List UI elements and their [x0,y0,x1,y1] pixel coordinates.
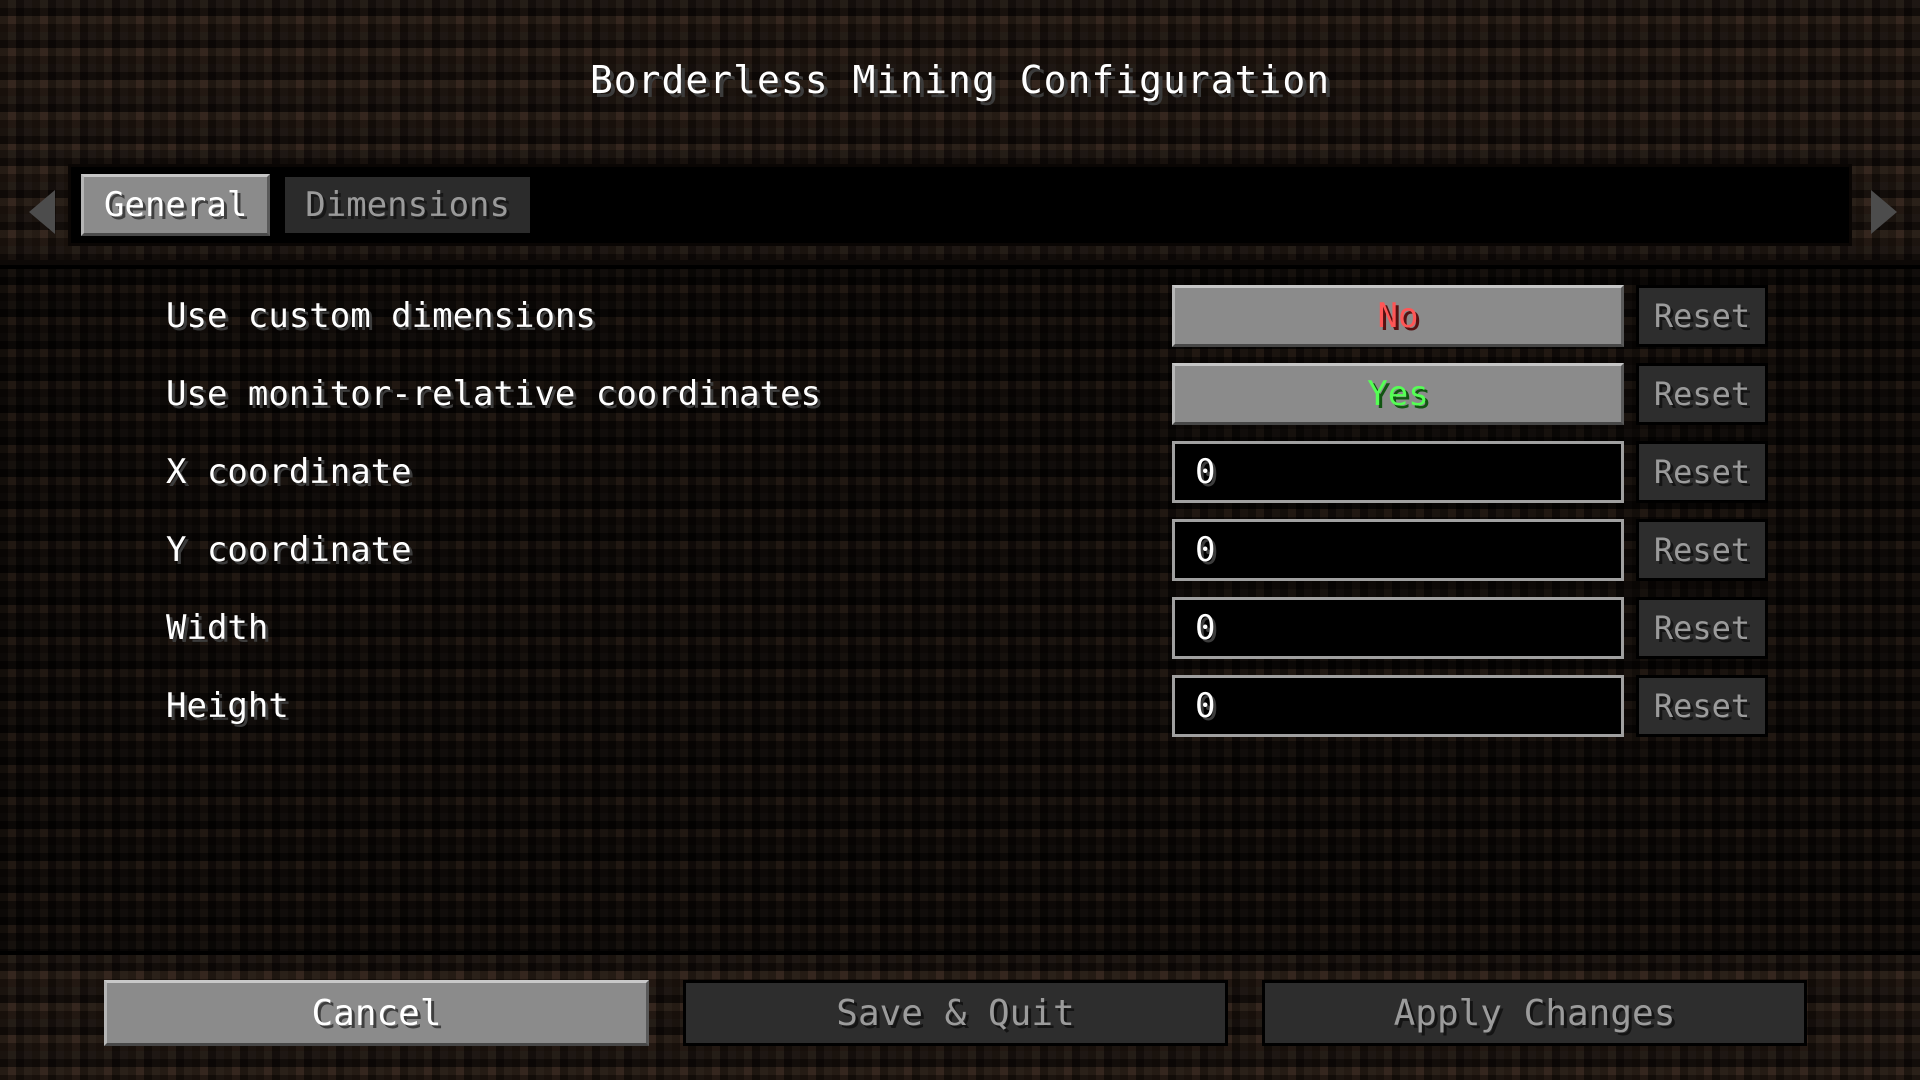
input-x-coordinate[interactable]: 0 [1172,441,1624,503]
input-y-coordinate-value: 0 [1195,530,1216,570]
header-bar: Borderless Mining Configuration [0,0,1920,150]
tab-bar: General Dimensions [0,150,1920,260]
input-height[interactable]: 0 [1172,675,1624,737]
reset-button-y-coordinate[interactable]: Reset [1636,519,1768,581]
input-height-value: 0 [1195,686,1216,726]
settings-row-height: Height 0 Reset [0,669,1920,743]
toggle-value: No [1377,296,1419,336]
toggle-value: Yes [1367,374,1429,414]
input-width[interactable]: 0 [1172,597,1624,659]
footer-bar: Cancel Save & Quit Apply Changes [0,955,1920,1080]
apply-changes-button[interactable]: Apply Changes [1262,980,1807,1046]
reset-button-width[interactable]: Reset [1636,597,1768,659]
tab-scroll-right-button[interactable] [1864,186,1904,238]
apply-changes-button-label: Apply Changes [1393,992,1676,1034]
tab-dimensions-label: Dimensions [305,185,510,225]
settings-row-y-coordinate: Y coordinate 0 Reset [0,513,1920,587]
tab-general-label: General [104,185,248,225]
reset-button-label: Reset [1653,687,1751,725]
reset-button-height[interactable]: Reset [1636,675,1768,737]
reset-button-label: Reset [1653,609,1751,647]
reset-button-label: Reset [1653,297,1751,335]
reset-button-label: Reset [1653,453,1751,491]
input-y-coordinate[interactable]: 0 [1172,519,1624,581]
settings-row-label: Y coordinate [166,530,412,570]
settings-row-label: Height [166,686,289,726]
reset-button-x-coordinate[interactable]: Reset [1636,441,1768,503]
save-and-quit-button[interactable]: Save & Quit [683,980,1228,1046]
cancel-button[interactable]: Cancel [104,980,649,1046]
tab-scroll-left-button[interactable] [22,186,62,238]
tab-strip: General Dimensions [68,164,1852,246]
reset-button-label: Reset [1653,531,1751,569]
settings-row-label: Use custom dimensions [166,296,596,336]
save-and-quit-button-label: Save & Quit [836,992,1075,1034]
tab-general[interactable]: General [81,174,271,236]
tab-dimensions[interactable]: Dimensions [282,174,533,236]
settings-row-width: Width 0 Reset [0,591,1920,665]
settings-row-use-monitor-relative-coordinates: Use monitor-relative coordinates Yes Res… [0,357,1920,431]
toggle-use-custom-dimensions[interactable]: No [1172,285,1624,347]
cancel-button-label: Cancel [311,992,442,1034]
settings-row-label: Use monitor-relative coordinates [166,374,822,414]
settings-row-label: X coordinate [166,452,412,492]
reset-button-use-custom-dimensions[interactable]: Reset [1636,285,1768,347]
settings-list: Use custom dimensions No Reset Use monit… [0,265,1920,955]
settings-row-x-coordinate: X coordinate 0 Reset [0,435,1920,509]
settings-row-label: Width [166,608,269,648]
page-title: Borderless Mining Configuration [589,58,1331,102]
toggle-use-monitor-relative-coordinates[interactable]: Yes [1172,363,1624,425]
reset-button-use-monitor-relative-coordinates[interactable]: Reset [1636,363,1768,425]
triangle-left-icon [29,190,55,234]
input-x-coordinate-value: 0 [1195,452,1216,492]
settings-row-use-custom-dimensions: Use custom dimensions No Reset [0,279,1920,353]
reset-button-label: Reset [1653,375,1751,413]
triangle-right-icon [1871,190,1897,234]
input-width-value: 0 [1195,608,1216,648]
